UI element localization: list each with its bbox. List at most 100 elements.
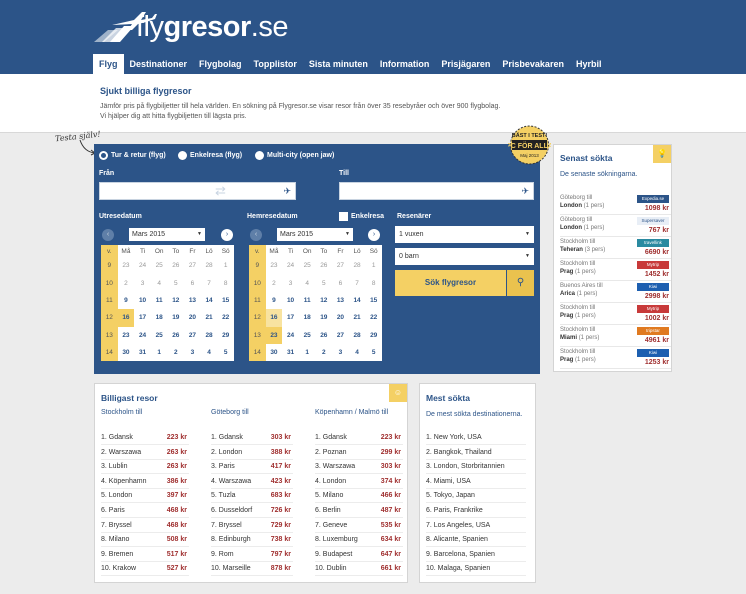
calendar-day[interactable]: 27 [184, 327, 201, 344]
calendar-day[interactable]: 18 [151, 309, 168, 326]
calendar-day[interactable]: 25 [151, 327, 168, 344]
calendar-day[interactable]: 8 [365, 274, 382, 291]
cheapest-row[interactable]: 1. Gdansk 223 kr [315, 430, 403, 445]
recent-search-row[interactable]: Stockholm till Teheran (3 pers) travellink… [560, 237, 671, 259]
calendar-day[interactable]: 7 [349, 274, 366, 291]
logo-text[interactable]: flygresor.se [136, 11, 288, 44]
recent-search-row[interactable]: Stockholm till Prag (1 pers) Mytrip 1452 kr [560, 259, 671, 281]
calendar-day[interactable]: 1 [365, 257, 382, 274]
calendar-day[interactable]: 21 [201, 309, 218, 326]
cheapest-row[interactable]: 6. Berlin 487 kr [315, 503, 403, 518]
calendar-day[interactable]: 9 [266, 292, 283, 309]
calendar-day[interactable]: 6 [332, 274, 349, 291]
calendar-day[interactable]: 12 [316, 292, 333, 309]
calendar-day[interactable]: 27 [184, 257, 201, 274]
calendar-day[interactable]: 5 [168, 274, 185, 291]
recent-search-row[interactable]: Stockholm till Miami (1 pers) tripstar 4961… [560, 325, 671, 347]
oneway-checkbox[interactable]: Enkelresa [339, 212, 384, 221]
calendar-day[interactable]: 31 [134, 344, 151, 361]
most-searched-row[interactable]: 10. Malaga, Spanien [426, 562, 526, 577]
calendar-day[interactable]: 13 [184, 292, 201, 309]
nav-item-sista-minuten[interactable]: Sista minuten [303, 54, 374, 74]
cheapest-row[interactable]: 9. Rom 797 kr [211, 547, 293, 562]
calendar-day[interactable]: 6 [184, 274, 201, 291]
calendar-day[interactable]: 30 [266, 344, 283, 361]
calendar-day[interactable]: 23 [265, 326, 283, 344]
calendar-day[interactable]: 27 [332, 257, 349, 274]
calendar-day[interactable]: 27 [332, 327, 349, 344]
calendar-day[interactable]: 3 [184, 344, 201, 361]
cheapest-row[interactable]: 8. Edinburgh 738 kr [211, 532, 293, 548]
most-searched-row[interactable]: 1. New York, USA [426, 431, 526, 445]
calendar-day[interactable]: 23 [118, 257, 135, 274]
month-select-home[interactable]: Mars 2015 ▼ [277, 228, 353, 241]
calendar-day[interactable]: 2 [168, 344, 185, 361]
calendar-day[interactable]: 11 [299, 292, 316, 309]
calendar-day[interactable]: 28 [349, 257, 366, 274]
most-searched-row[interactable]: 9. Barcelona, Spanien [426, 548, 526, 562]
calendar-day[interactable]: 28 [349, 327, 366, 344]
calendar-day[interactable]: 29 [217, 327, 234, 344]
calendar-day[interactable]: 20 [184, 309, 201, 326]
cheapest-row[interactable]: 3. Warszawa 303 kr [315, 459, 403, 475]
calendar-day[interactable]: 2 [118, 274, 135, 291]
calendar-day[interactable]: 14 [201, 292, 218, 309]
calendar-day[interactable]: 14 [349, 292, 366, 309]
cheapest-row[interactable]: 1. Gdansk 303 kr [211, 430, 293, 445]
calendar-day[interactable]: 8 [217, 274, 234, 291]
month-select-out[interactable]: Mars 2015 ▼ [129, 228, 205, 241]
calendar-day[interactable]: 20 [332, 309, 349, 326]
cheapest-row[interactable]: 7. Bryssel 468 kr [101, 518, 189, 533]
calendar-day[interactable]: 31 [282, 344, 299, 361]
calendar-day[interactable]: 24 [134, 257, 151, 274]
cheapest-row[interactable]: 6. Dusseldorf 726 kr [211, 503, 293, 518]
radio-multicity[interactable]: Multi-city (open jaw) [255, 151, 334, 160]
recent-search-row[interactable]: Stockholm till Prag (1 pers) Mytrip 1002 kr [560, 303, 671, 325]
calendar-day[interactable]: 4 [201, 344, 218, 361]
most-searched-row[interactable]: 7. Los Angeles, USA [426, 519, 526, 533]
calendar-day[interactable]: 7 [201, 274, 218, 291]
recent-search-row[interactable]: Stockholm till Prag (1 pers) Kiwi 1253 kr [560, 347, 671, 369]
cheapest-row[interactable]: 7. Bryssel 729 kr [211, 518, 293, 533]
most-searched-row[interactable]: 8. Alicante, Spanien [426, 533, 526, 548]
cheapest-row[interactable]: 5. Milano 466 kr [315, 488, 403, 504]
cheapest-row[interactable]: 2. Warszawa 263 kr [101, 445, 189, 460]
children-select[interactable]: 0 barn ▼ [395, 248, 534, 265]
calendar-day[interactable]: 4 [349, 344, 366, 361]
calendar-day[interactable]: 25 [299, 257, 316, 274]
calendar-day[interactable]: 4 [151, 274, 168, 291]
calendar-day[interactable]: 4 [299, 274, 316, 291]
cheapest-row[interactable]: 10. Krakow 527 kr [101, 561, 189, 577]
calendar-day[interactable]: 24 [282, 327, 299, 344]
nav-item-prisbevakaren[interactable]: Prisbevakaren [496, 54, 570, 74]
cheapest-row[interactable]: 1. Gdansk 223 kr [101, 430, 189, 445]
calendar-day[interactable]: 5 [365, 344, 382, 361]
nav-item-topplistor[interactable]: Topplistor [248, 54, 303, 74]
calendar-day[interactable]: 28 [201, 327, 218, 344]
calendar-day[interactable]: 3 [332, 344, 349, 361]
nav-item-prisjägaren[interactable]: Prisjägaren [435, 54, 496, 74]
recent-search-row[interactable]: Göteborg till London (1 pers) Expedia.se 10… [560, 193, 671, 215]
cheapest-row[interactable]: 9. Bremen 517 kr [101, 547, 189, 562]
recent-search-row[interactable]: Göteborg till London (1 pers) Supersaver 76… [560, 215, 671, 237]
calendar-day[interactable]: 1 [299, 344, 316, 361]
cheapest-row[interactable]: 5. Tuzla 683 kr [211, 488, 293, 504]
calendar-day[interactable]: 25 [299, 327, 316, 344]
cheapest-row[interactable]: 5. London 397 kr [101, 488, 189, 504]
radio-return[interactable]: Tur & retur (flyg) [99, 151, 166, 160]
recent-search-row[interactable]: Buenos Aires till Arica (1 pers) Kiwi 2998 … [560, 281, 671, 303]
calendar-day[interactable]: 16 [265, 309, 283, 327]
calendar-day[interactable]: 1 [151, 344, 168, 361]
calendar-day[interactable]: 19 [168, 309, 185, 326]
cheapest-row[interactable]: 4. London 374 kr [315, 474, 403, 489]
cheapest-row[interactable]: 6. Paris 468 kr [101, 503, 189, 518]
cheapest-row[interactable]: 7. Geneve 535 kr [315, 518, 403, 533]
calendar-day[interactable]: 3 [282, 274, 299, 291]
calendar-day[interactable]: 10 [134, 292, 151, 309]
calendar-day[interactable]: 2 [266, 274, 283, 291]
cheapest-row[interactable]: 10. Marseille 878 kr [211, 561, 293, 577]
calendar-day[interactable]: 28 [201, 257, 218, 274]
cheapest-row[interactable]: 4. Warszawa 423 kr [211, 474, 293, 489]
calendar-day[interactable]: 17 [134, 309, 151, 326]
most-searched-row[interactable]: 2. Bangkok, Thailand [426, 446, 526, 460]
